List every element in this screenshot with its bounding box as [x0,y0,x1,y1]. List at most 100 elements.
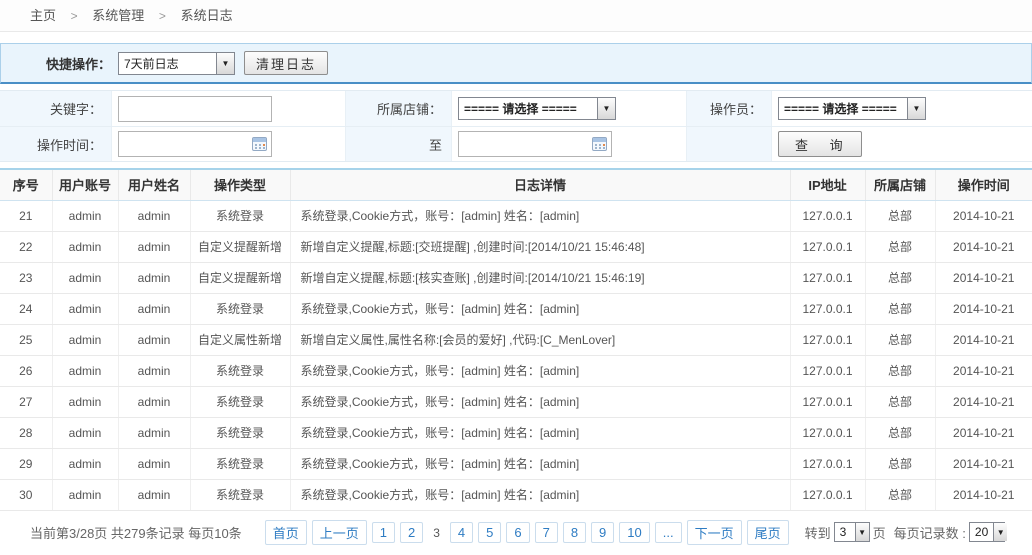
clear-log-button[interactable]: 清理日志 [244,51,328,75]
cell-type: 自定义提醒新增 [190,262,290,293]
operator-cell: ===== 请选择 ===== ▼ [772,91,1032,126]
first-page-button[interactable]: 首页 [265,520,307,545]
table-row: 25adminadmin自定义属性新增新增自定义属性,属性名称:[会员的爱好] … [0,324,1032,355]
breadcrumb: 主页 > 系统管理 > 系统日志 [0,0,1032,32]
cell-detail: 新增自定义提醒,标题:[核实查账] ,创建时间:[2014/10/21 15:4… [290,262,790,293]
cell-time: 2014-10-21 [935,200,1032,231]
cell-time: 2014-10-21 [935,324,1032,355]
cell-account: admin [52,448,118,479]
shop-select-value: ===== 请选择 ===== [459,100,582,117]
filter-panel: 关键字： 所属店铺： ===== 请选择 ===== ▼ 操作员： ===== … [0,90,1032,162]
cell-detail: 系统登录,Cookie方式，账号：[admin] 姓名：[admin] [290,448,790,479]
cell-type: 系统登录 [190,200,290,231]
breadcrumb-system-management[interactable]: 系统管理 [92,8,144,23]
breadcrumb-system-log: 系统日志 [181,8,233,23]
shop-select[interactable]: ===== 请选择 ===== ▼ [458,97,616,120]
log-age-select-value: 7天前日志 [119,55,184,72]
cell-time: 2014-10-21 [935,448,1032,479]
cell-ip: 127.0.0.1 [790,355,865,386]
cell-ip: 127.0.0.1 [790,479,865,510]
cell-shop: 总部 [865,417,935,448]
time-from-input[interactable] [118,131,272,157]
page-size-select[interactable]: 20 ▼ [969,522,1005,542]
operator-select-value: ===== 请选择 ===== [779,100,902,117]
goto-page-select[interactable]: 3 ▼ [834,522,870,542]
keyword-label: 关键字： [0,91,112,126]
pager: 首页 上一页 12345678910... 下一页 尾页 [260,520,789,545]
table-row: 29adminadmin系统登录系统登录,Cookie方式，账号：[admin]… [0,448,1032,479]
page-ellipsis: ... [655,522,682,543]
cell-detail: 系统登录,Cookie方式，账号：[admin] 姓名：[admin] [290,293,790,324]
header-shop: 所属店铺 [865,169,935,200]
cell-shop: 总部 [865,386,935,417]
cell-ip: 127.0.0.1 [790,448,865,479]
page-number-button[interactable]: 5 [478,522,501,543]
cell-detail: 系统登录,Cookie方式，账号：[admin] 姓名：[admin] [290,355,790,386]
cell-no: 21 [0,200,52,231]
prev-page-button[interactable]: 上一页 [312,520,367,545]
cell-detail: 系统登录,Cookie方式，账号：[admin] 姓名：[admin] [290,479,790,510]
cell-time: 2014-10-21 [935,355,1032,386]
page-number-button[interactable]: 2 [400,522,423,543]
table-row: 27adminadmin系统登录系统登录,Cookie方式，账号：[admin]… [0,386,1032,417]
cell-shop: 总部 [865,231,935,262]
cell-type: 系统登录 [190,355,290,386]
calendar-icon[interactable] [252,137,267,151]
cell-ip: 127.0.0.1 [790,417,865,448]
cell-no: 28 [0,417,52,448]
search-button[interactable]: 查 询 [778,131,862,157]
cell-time: 2014-10-21 [935,293,1032,324]
breadcrumb-home[interactable]: 主页 [30,8,56,23]
current-page-indicator: 3 [428,523,445,543]
cell-account: admin [52,417,118,448]
header-name: 用户姓名 [118,169,190,200]
cell-name: admin [118,448,190,479]
cell-account: admin [52,355,118,386]
page-number-button[interactable]: 4 [450,522,473,543]
cell-no: 26 [0,355,52,386]
cell-type: 系统登录 [190,479,290,510]
page-number-button[interactable]: 7 [535,522,558,543]
table-header-row: 序号 用户账号 用户姓名 操作类型 日志详情 IP地址 所属店铺 操作时间 [0,169,1032,200]
cell-no: 29 [0,448,52,479]
last-page-button[interactable]: 尾页 [747,520,789,545]
time-to-input[interactable] [458,131,612,157]
cell-detail: 新增自定义属性,属性名称:[会员的爱好] ,代码:[C_MenLover] [290,324,790,355]
keyword-input[interactable] [118,96,272,122]
filter-row-2: 操作时间： 至 查 询 [0,126,1032,161]
chevron-down-icon: ▼ [216,53,234,74]
table-row: 24adminadmin系统登录系统登录,Cookie方式，账号：[admin]… [0,293,1032,324]
breadcrumb-separator-icon: > [71,9,78,23]
page-number-button[interactable]: 10 [619,522,649,543]
table-row: 26adminadmin系统登录系统登录,Cookie方式，账号：[admin]… [0,355,1032,386]
cell-time: 2014-10-21 [935,262,1032,293]
calendar-icon[interactable] [592,137,607,151]
cell-ip: 127.0.0.1 [790,386,865,417]
cell-account: admin [52,479,118,510]
cell-type: 系统登录 [190,293,290,324]
page-number-button[interactable]: 8 [563,522,586,543]
operation-time-label: 操作时间： [0,127,112,161]
cell-no: 30 [0,479,52,510]
quick-action-label: 快捷操作： [1,54,111,73]
keyword-cell [112,91,345,126]
header-no: 序号 [0,169,52,200]
page-numbers: 12345678910... [367,522,682,543]
next-page-button[interactable]: 下一页 [687,520,742,545]
cell-shop: 总部 [865,355,935,386]
cell-shop: 总部 [865,479,935,510]
log-age-select[interactable]: 7天前日志 ▼ [118,52,235,75]
cell-time: 2014-10-21 [935,479,1032,510]
page-number-button[interactable]: 6 [506,522,529,543]
cell-ip: 127.0.0.1 [790,293,865,324]
page-number-button[interactable]: 1 [372,522,395,543]
operator-select[interactable]: ===== 请选择 ===== ▼ [778,97,926,120]
cell-type: 系统登录 [190,386,290,417]
cell-no: 25 [0,324,52,355]
cell-account: admin [52,231,118,262]
chevron-down-icon: ▼ [993,523,1007,541]
page-number-button[interactable]: 9 [591,522,614,543]
cell-shop: 总部 [865,448,935,479]
cell-shop: 总部 [865,200,935,231]
table-row: 23adminadmin自定义提醒新增新增自定义提醒,标题:[核实查账] ,创建… [0,262,1032,293]
